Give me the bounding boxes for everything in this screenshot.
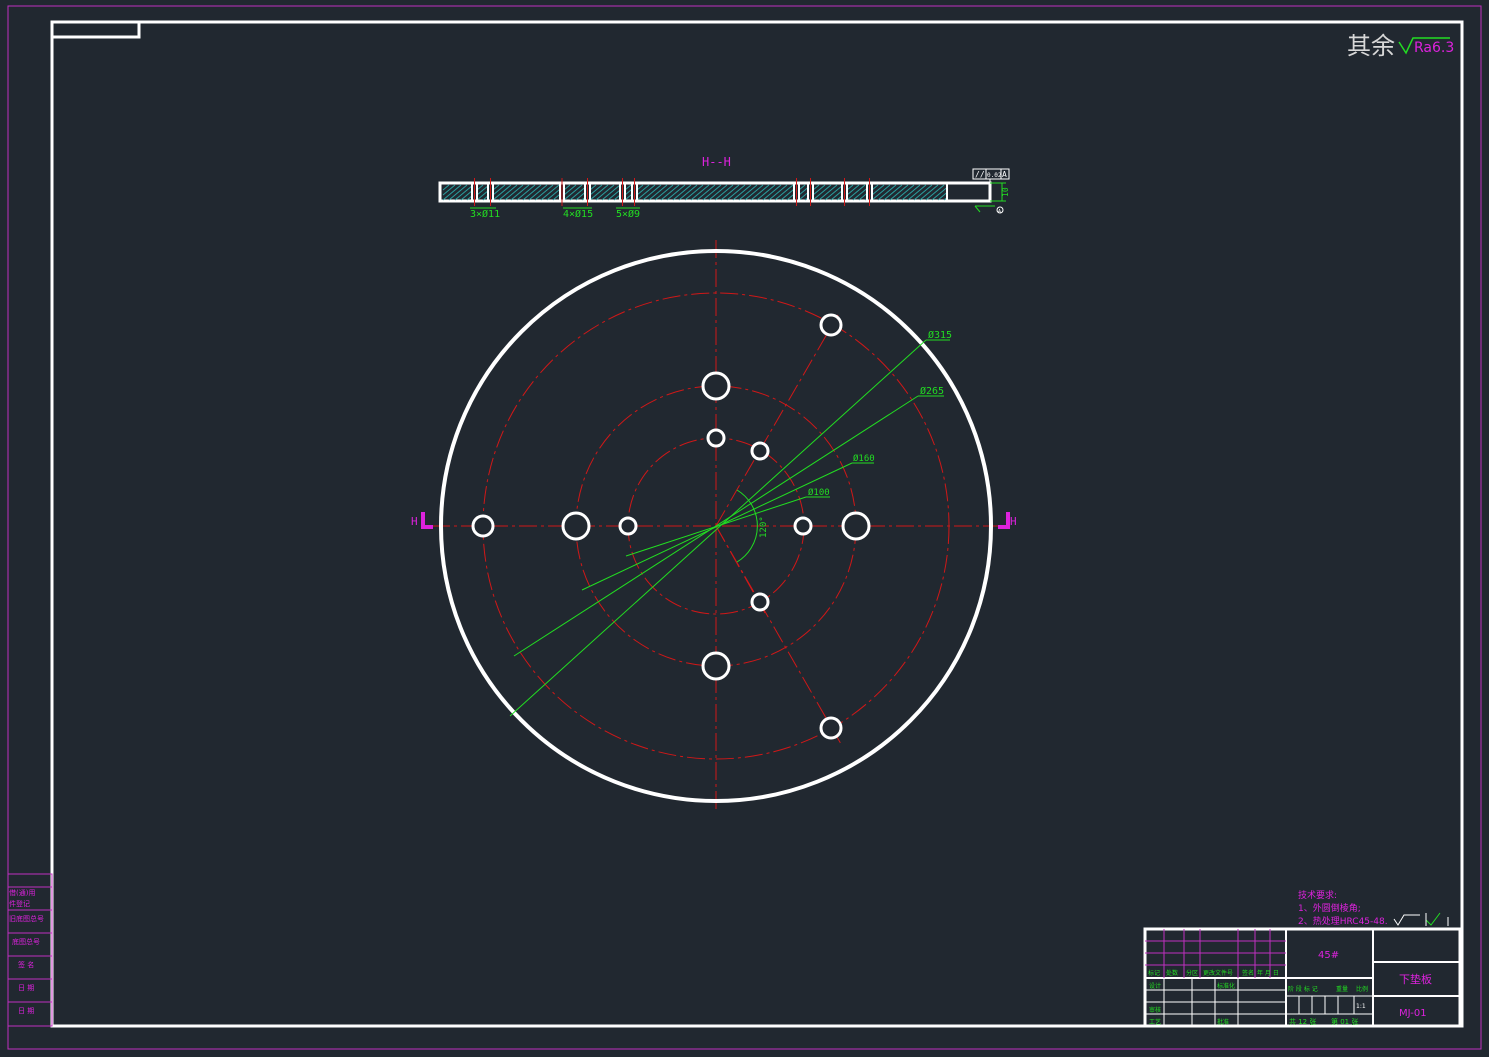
cut-marker-left: H xyxy=(411,512,433,529)
plan-hole-9 xyxy=(841,511,871,541)
datum-marker-label: A xyxy=(998,209,1001,215)
drawing-number: MJ-01 xyxy=(1399,1008,1427,1019)
approve-label: 批准 xyxy=(1217,1018,1229,1026)
header-cell-3: 分区 xyxy=(1186,969,1198,977)
technical-requirements: 技术要求: 1、外圆倒棱角; 2、热处理HRC45-48. xyxy=(1298,889,1449,927)
hatch-line xyxy=(476,190,489,201)
hatch-line xyxy=(442,184,450,191)
tolerance-symbol: // xyxy=(975,170,985,179)
hatch-line xyxy=(812,184,826,196)
plan-hole-8 xyxy=(793,516,813,536)
section-callout-2: 4×Ø15 xyxy=(563,208,593,220)
surface-note-value: Ra6.3 xyxy=(1414,40,1454,56)
plan-hole-12 xyxy=(819,716,843,740)
strip-label-7: 日 期 xyxy=(18,1007,34,1015)
angle-label: 120° xyxy=(759,516,769,538)
plan-hole-3 xyxy=(706,428,726,448)
section-label: H--H xyxy=(702,155,731,169)
hatch-line xyxy=(786,193,795,201)
tolerance-frame: // 0.02 A xyxy=(972,168,1010,183)
hatch-line xyxy=(830,190,843,201)
plan-hole-4 xyxy=(750,441,770,461)
hatch-line xyxy=(442,184,456,196)
thickness-value: 10 xyxy=(1001,187,1010,197)
hatch-line xyxy=(563,184,577,196)
strip-label-5: 签 名 xyxy=(18,960,34,969)
hatch-line xyxy=(492,184,506,196)
plan-hole-2 xyxy=(701,371,731,401)
sheet-count: 共 12 张 xyxy=(1289,1017,1316,1026)
strip-label-1: 借(通)用 xyxy=(9,888,35,897)
strip-label-6: 日 期 xyxy=(18,984,34,992)
tech-roughness-icon xyxy=(1393,914,1420,926)
hatch-line xyxy=(624,193,633,201)
hatch-line xyxy=(460,190,473,201)
plan-hole-10 xyxy=(750,592,770,612)
hatch-line xyxy=(476,185,489,196)
col-label-weight: 重量 xyxy=(1336,985,1348,993)
hatch-line xyxy=(589,184,603,196)
strip-label-3: 旧底图总号 xyxy=(9,914,44,923)
plan-hole-1 xyxy=(819,313,843,337)
tech-req-item-1: 1、外圆倒棱角; xyxy=(1298,902,1361,914)
header-cell-2: 处数 xyxy=(1166,969,1178,977)
col-label-scale: 比例 xyxy=(1356,985,1368,993)
svg-text:H: H xyxy=(1010,515,1017,528)
sheet-boundary xyxy=(7,5,1482,1050)
hatch-line xyxy=(624,188,633,196)
header-cell-4: 更改文件号 xyxy=(1203,969,1233,977)
section-callout-3: 5×Ø9 xyxy=(616,208,640,220)
cut-marker-right: H xyxy=(998,512,1017,529)
tech-check-icon xyxy=(1425,912,1441,926)
strip-label-4: 底图总号 xyxy=(12,937,40,946)
part-name: 下垫板 xyxy=(1399,972,1432,986)
hatch-line xyxy=(780,188,795,201)
surface-note-prefix: 其余 xyxy=(1347,32,1395,60)
header-cell-1: 标记 xyxy=(1148,969,1160,977)
hatch-line xyxy=(546,188,561,201)
plan-view: Ø315 Ø265 Ø160 Ø100 120° H H xyxy=(411,240,1017,812)
header-cell-6: 年 月 日 xyxy=(1257,969,1279,977)
plan-hole-7 xyxy=(618,516,638,536)
corner-tab xyxy=(52,22,141,39)
dim-315-label: Ø315 xyxy=(928,329,952,341)
tolerance-datum: A xyxy=(1002,170,1007,179)
material-value: 45# xyxy=(1318,950,1339,961)
tech-req-item-2: 2、热处理HRC45-48. xyxy=(1298,915,1388,927)
col-label-stage: 阶 段 标 记 xyxy=(1288,985,1318,993)
std-label: 标准化 xyxy=(1217,982,1235,990)
title-block: 45# 下垫板 MJ-01 标记 处数 分区 更改文件号 签名 年 月 日 设计… xyxy=(1143,927,1462,1028)
hatch-line xyxy=(607,189,621,201)
section-callout-1: 3×Ø11 xyxy=(470,208,500,220)
hatch-line xyxy=(852,187,868,201)
scale-value: 1:1 xyxy=(1356,1003,1366,1010)
surface-roughness-note: 其余 Ra6.3 xyxy=(1347,32,1454,60)
svg-text:H: H xyxy=(411,515,418,528)
row-label-design: 设计 xyxy=(1149,982,1161,990)
dim-265-label: Ø265 xyxy=(920,385,944,397)
sheet-number: 第 01 张 xyxy=(1331,1017,1358,1026)
hatch-line xyxy=(552,193,561,201)
tolerance-value: 0.02 xyxy=(987,172,1002,179)
plan-hole-6 xyxy=(561,511,591,541)
tech-req-title: 技术要求: xyxy=(1298,889,1337,901)
strip-label-2: 件登记 xyxy=(9,899,30,908)
hatch-line xyxy=(846,184,860,196)
hatch-line xyxy=(636,184,650,196)
dim-100-label: Ø100 xyxy=(808,487,830,498)
row-label-review: 审核 xyxy=(1149,1006,1161,1014)
header-cell-5: 签名 xyxy=(1242,969,1254,977)
dim-160-label: Ø160 xyxy=(853,453,875,464)
left-revision-strip: 借(通)用 件登记 旧底图总号 底图总号 签 名 日 期 日 期 xyxy=(7,873,53,1027)
row-label-process: 工艺 xyxy=(1149,1018,1161,1026)
section-view: H--H 3×Ø11 4×Ø15 5×Ø9 // 0.02 A 10 A xyxy=(438,155,1010,220)
cad-drawing-canvas: 其余 Ra6.3 H--H 3×Ø11 4×Ø15 5×Ø9 // 0.02 A… xyxy=(7,5,1482,1050)
hatch-line xyxy=(871,184,885,196)
plan-hole-11 xyxy=(701,651,731,681)
plan-hole-5 xyxy=(471,514,495,538)
